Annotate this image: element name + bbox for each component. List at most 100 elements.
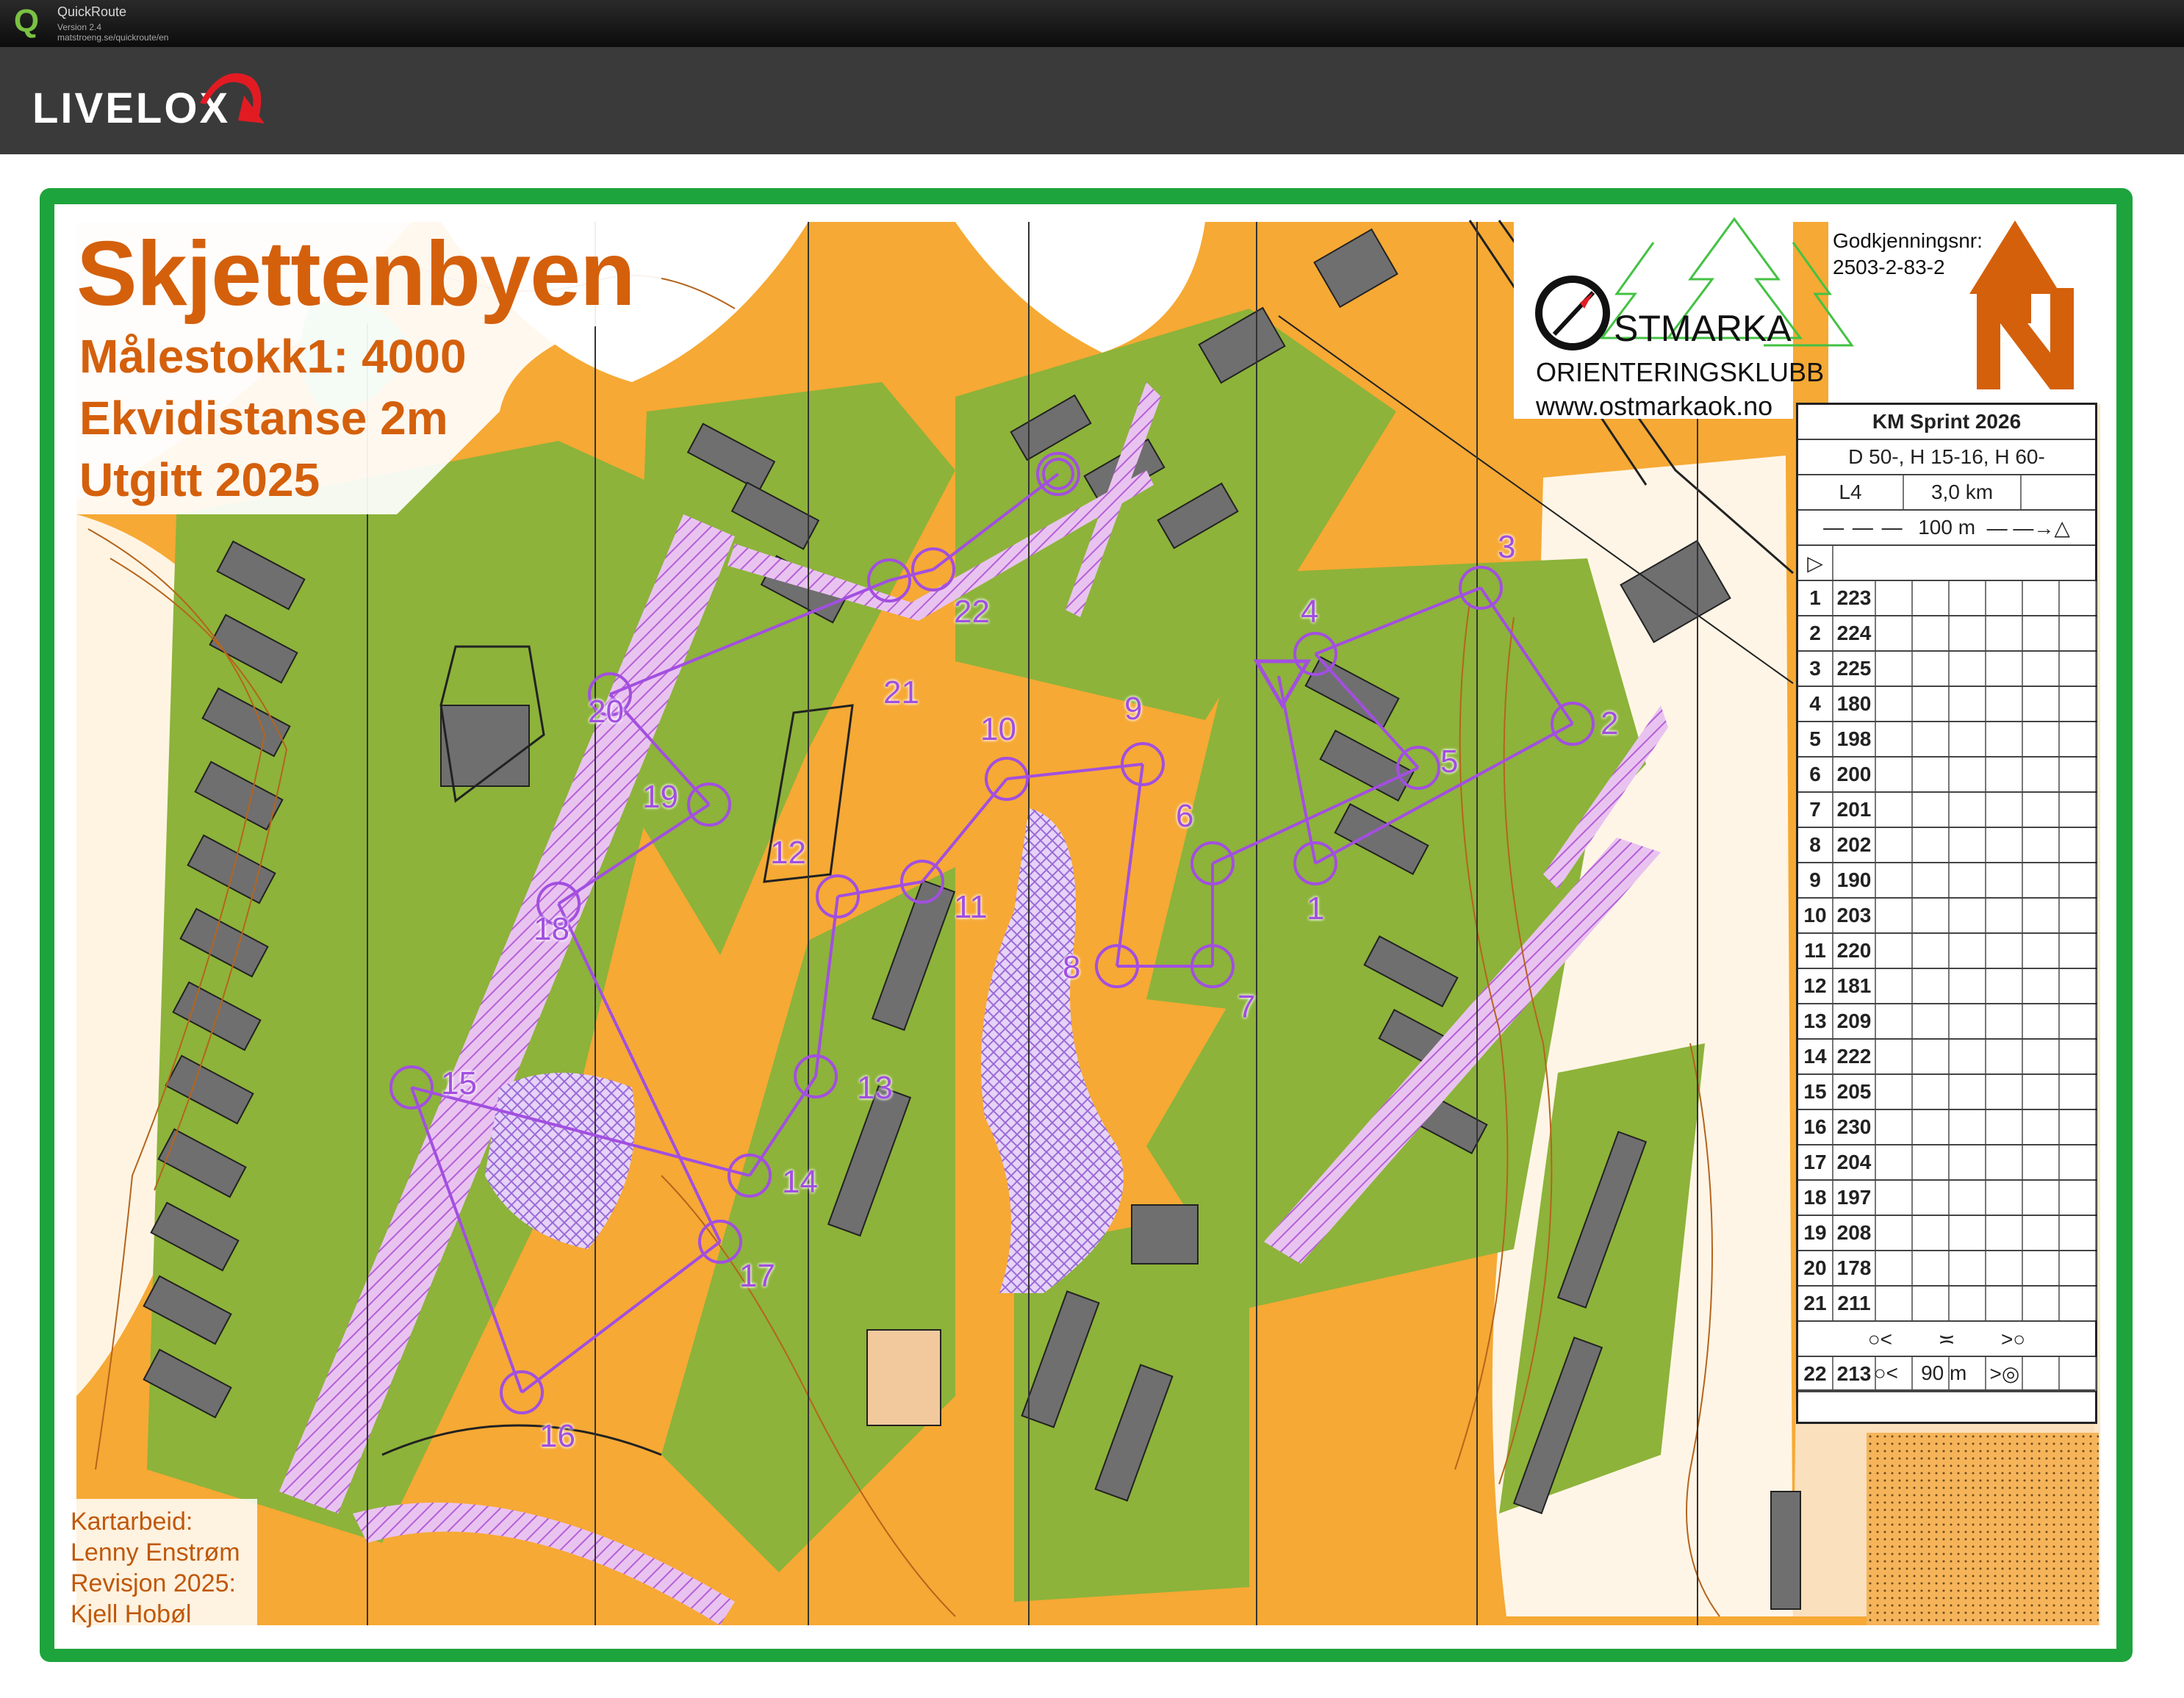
desc-control-code: 198 (1833, 722, 1876, 756)
desc-control-code: 202 (1833, 828, 1876, 862)
desc-control-code: 211 (1833, 1287, 1876, 1320)
control-label-6[interactable]: 6 (1176, 798, 1193, 835)
desc-symbol-cell (1876, 581, 1913, 615)
desc-symbol-cell (1950, 652, 1986, 686)
desc-control-code: 204 (1833, 1145, 1876, 1179)
approval-label: Godkjenningsnr: (1833, 229, 1983, 252)
desc-symbol-cell (2023, 1004, 2060, 1038)
desc-control-number: 14 (1798, 1040, 1833, 1073)
control-label-16[interactable]: 16 (539, 1418, 575, 1455)
desc-control-code: 209 (1833, 1004, 1876, 1038)
desc-control-code: 208 (1833, 1216, 1876, 1250)
desc-control-row: 9 190 (1798, 863, 2097, 899)
desc-symbol-cell (1913, 581, 1950, 615)
desc-classes-row: D 50-, H 15-16, H 60- (1798, 440, 2095, 475)
control-label-20[interactable]: 20 (588, 694, 624, 730)
desc-symbol-cell (1876, 687, 1913, 721)
desc-marked-route-distance: 100 m (1918, 516, 1976, 539)
control-label-8[interactable]: 8 (1063, 949, 1080, 986)
desc-symbol-cell (1950, 1110, 1986, 1144)
desc-symbol-cell (1876, 616, 1913, 650)
control-label-15[interactable]: 15 (441, 1065, 477, 1102)
desc-symbol-cell (1876, 722, 1913, 756)
desc-symbol-cell (2060, 1040, 2097, 1073)
desc-control-number: 21 (1798, 1287, 1833, 1320)
desc-symbol-cell (1986, 1004, 2023, 1038)
desc-control-number: 11 (1798, 934, 1833, 968)
desc-control-code: 220 (1833, 934, 1876, 968)
desc-symbol-cell (2023, 1040, 2060, 1073)
desc-symbol-cell (1950, 793, 1986, 827)
desc-course: L4 (1798, 475, 1904, 509)
control-label-22[interactable]: 22 (954, 594, 990, 630)
desc-symbol-cell (2060, 793, 2097, 827)
control-label-19[interactable]: 19 (642, 779, 678, 816)
control-label-4[interactable]: 4 (1301, 594, 1318, 630)
control-label-9[interactable]: 9 (1124, 691, 1142, 727)
control-label-12[interactable]: 12 (770, 835, 806, 871)
desc-symbol-cell (2023, 1287, 2060, 1320)
desc-symbol-cell (1876, 652, 1913, 686)
desc-symbol-cell (2060, 616, 2097, 650)
control-label-13[interactable]: 13 (857, 1070, 893, 1107)
desc-symbol-cell (1950, 863, 1986, 897)
desc-event: KM Sprint 2026 (1872, 410, 2022, 433)
club-website[interactable]: www.ostmarkaok.no (1536, 391, 1772, 422)
desc-control-code: 205 (1833, 1075, 1876, 1109)
control-label-10[interactable]: 10 (980, 711, 1016, 748)
desc-symbol-cell (1876, 969, 1913, 1003)
desc-symbol-cell (1950, 1145, 1986, 1179)
credit-line-2: Lenny Enstrøm (71, 1539, 240, 1566)
desc-symbol-cell (1986, 652, 2023, 686)
desc-symbol-cell (1950, 1004, 1986, 1038)
map-contour-interval: Ekvidistanse 2m (79, 392, 448, 445)
desc-symbol-cell (1913, 758, 1950, 791)
desc-symbol-cell (1986, 581, 2023, 615)
desc-symbol-cell (1986, 722, 2023, 756)
control-label-14[interactable]: 14 (782, 1164, 818, 1201)
desc-symbol-cell (1986, 1145, 2023, 1179)
desc-symbol-cell (2023, 616, 2060, 650)
desc-symbol-cell (2023, 899, 2060, 932)
desc-symbol-cell (2023, 687, 2060, 721)
desc-control-code: 201 (1833, 793, 1876, 827)
control-label-21[interactable]: 21 (883, 674, 919, 711)
desc-control-number: 10 (1798, 899, 1833, 932)
desc-symbol-cell (1876, 1287, 1913, 1320)
desc-control-number: 19 (1798, 1216, 1833, 1250)
desc-symbol-cell (1950, 758, 1986, 791)
desc-control-code: 180 (1833, 687, 1876, 721)
desc-control-number: 5 (1798, 722, 1833, 756)
desc-symbol-cell (1950, 1287, 1986, 1320)
control-label-1[interactable]: 1 (1307, 891, 1324, 927)
control-label-5[interactable]: 5 (1440, 744, 1458, 780)
control-label-3[interactable]: 3 (1498, 529, 1515, 566)
desc-symbol-cell (1986, 1287, 2023, 1320)
map-title: Skjettenbyen (76, 223, 636, 325)
desc-control-code: 200 (1833, 758, 1876, 791)
desc-control-row: 17 204 (1798, 1145, 2097, 1181)
desc-control-number: 16 (1798, 1110, 1833, 1144)
desc-symbol-cell (1913, 828, 1950, 862)
desc-symbol-cell (1913, 969, 1950, 1003)
desc-symbol-cell (2023, 934, 2060, 968)
desc-symbol-cell (1876, 934, 1913, 968)
desc-symbol-cell (2060, 828, 2097, 862)
desc-symbol-cell (2023, 758, 2060, 791)
desc-symbol-cell (1913, 1110, 1950, 1144)
control-label-18[interactable]: 18 (534, 911, 570, 948)
desc-symbol-cell (1913, 1181, 1950, 1215)
desc-symbol-cell (2060, 722, 2097, 756)
club-subtitle: ORIENTERINGSKLUBB (1536, 357, 1825, 387)
control-label-17[interactable]: 17 (739, 1258, 775, 1295)
desc-control-number: 2 (1798, 616, 1833, 650)
desc-classes: D 50-, H 15-16, H 60- (1848, 445, 2045, 468)
desc-symbol-cell (2023, 863, 2060, 897)
control-label-7[interactable]: 7 (1238, 989, 1255, 1026)
desc-symbol-cell (2060, 581, 2097, 615)
desc-symbol-cell (1913, 722, 1950, 756)
desc-symbol-cell (2060, 934, 2097, 968)
control-label-11[interactable]: 11 (954, 889, 988, 926)
desc-symbol-cell (2023, 1145, 2060, 1179)
control-label-2[interactable]: 2 (1601, 705, 1618, 742)
